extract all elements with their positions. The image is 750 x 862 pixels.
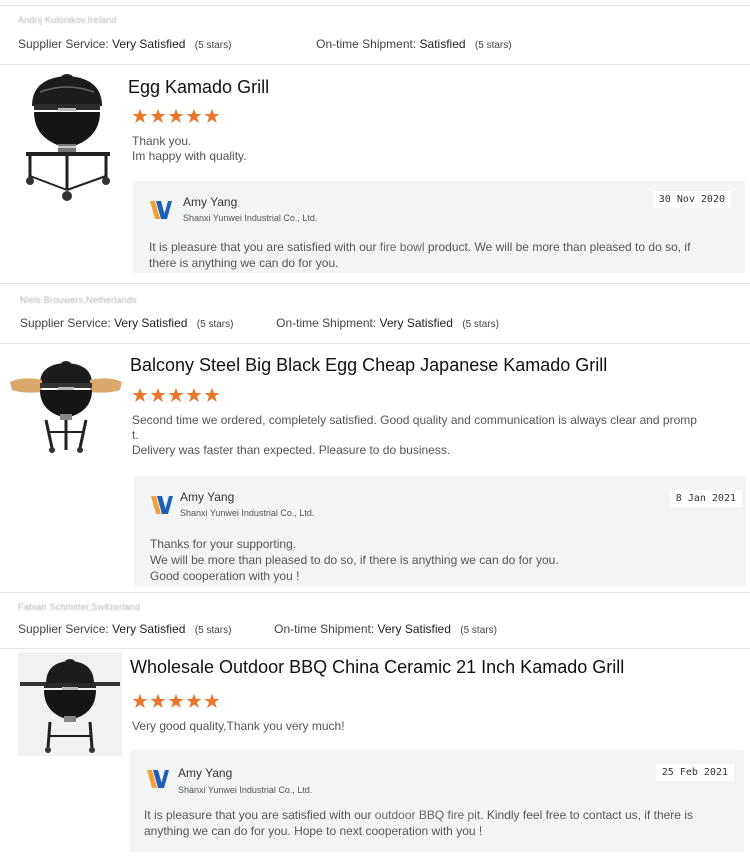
supplier-service-stars: (5 stars) bbox=[194, 625, 232, 636]
reply-text-start: It is pleasure that you are satisfied wi… bbox=[149, 240, 377, 254]
product-image[interactable] bbox=[10, 356, 122, 456]
reviewer-name: Niels Brouwers,Netherlands bbox=[20, 295, 137, 305]
reply-author: Amy Yang bbox=[180, 490, 235, 504]
on-time-shipment-stars: (5 stars) bbox=[474, 40, 512, 51]
supplier-service-value: Very Satisfied bbox=[114, 316, 188, 330]
on-time-shipment-value: Very Satisfied bbox=[379, 316, 453, 330]
supplier-logo-icon bbox=[147, 770, 169, 788]
reply-date: 25 Feb 2021 bbox=[655, 764, 734, 781]
section-divider bbox=[0, 343, 750, 344]
reply-company: Shanxi Yunwei Industrial Co., Ltd. bbox=[183, 213, 318, 223]
review-divider bbox=[0, 592, 750, 593]
top-divider bbox=[0, 5, 750, 6]
review-comment: Second time we ordered, completely satis… bbox=[132, 413, 697, 458]
star-icon bbox=[186, 388, 202, 402]
on-time-shipment-label: On-time Shipment: bbox=[316, 37, 417, 51]
star-icon bbox=[132, 109, 148, 123]
supplier-logo-icon bbox=[151, 496, 173, 514]
supplier-reply: Amy Yang Shanxi Yunwei Industrial Co., L… bbox=[133, 181, 745, 273]
reply-text: Thanks for your supporting. We will be m… bbox=[150, 536, 730, 584]
star-icon bbox=[150, 388, 166, 402]
reply-company: Shanxi Yunwei Industrial Co., Ltd. bbox=[178, 785, 313, 795]
reply-line: Good cooperation with you ! bbox=[150, 569, 300, 583]
supplier-ratings: Supplier Service: Very Satisfied (5 star… bbox=[18, 622, 497, 636]
star-icon bbox=[132, 388, 148, 402]
supplier-reply: Amy Yang Shanxi Yunwei Industrial Co., L… bbox=[130, 750, 744, 852]
reply-text: It is pleasure that you are satisfied wi… bbox=[149, 239, 719, 271]
reply-line: We will be more than pleased to do so, i… bbox=[150, 553, 559, 567]
star-icon bbox=[186, 109, 202, 123]
reply-line: Thanks for your supporting. bbox=[150, 537, 297, 551]
section-divider bbox=[0, 64, 750, 65]
star-icon bbox=[204, 694, 220, 708]
star-rating bbox=[132, 693, 220, 709]
supplier-service-value: Very Satisfied bbox=[112, 622, 186, 636]
reply-date: 8 Jan 2021 bbox=[669, 490, 742, 507]
on-time-shipment-stars: (5 stars) bbox=[462, 319, 499, 330]
product-title[interactable]: Egg Kamado Grill bbox=[128, 77, 269, 98]
supplier-ratings: Supplier Service: Very Satisfied (5 star… bbox=[18, 37, 512, 51]
section-divider bbox=[0, 648, 750, 649]
supplier-service-label: Supplier Service: bbox=[18, 37, 109, 51]
supplier-service-label: Supplier Service: bbox=[20, 316, 111, 330]
reply-keyword: fire bowl bbox=[379, 240, 425, 254]
star-icon bbox=[204, 388, 220, 402]
comment-line: Thank you. bbox=[132, 134, 192, 148]
star-icon bbox=[132, 694, 148, 708]
reviewer-name: Fabian Schmitter,Switzerland bbox=[18, 602, 141, 612]
star-icon bbox=[150, 694, 166, 708]
reply-author: Amy Yang bbox=[183, 195, 238, 209]
product-image[interactable] bbox=[20, 68, 115, 208]
reviewer-name: Andrij Kulonikov,Ireland bbox=[18, 15, 117, 25]
comment-line: Second time we ordered, completely satis… bbox=[132, 413, 697, 427]
star-rating bbox=[132, 108, 220, 124]
star-rating bbox=[132, 387, 220, 403]
comment-line: t. bbox=[132, 428, 139, 442]
reply-text: It is pleasure that you are satisfied wi… bbox=[144, 807, 730, 839]
comment-line: Delivery was faster than expected. Pleas… bbox=[132, 443, 451, 457]
star-icon bbox=[168, 388, 184, 402]
on-time-shipment-label: On-time Shipment: bbox=[276, 316, 377, 330]
review-comment: Very good quality,Thank you very much! bbox=[132, 719, 345, 734]
star-icon bbox=[168, 109, 184, 123]
supplier-service-stars: (5 stars) bbox=[196, 319, 234, 330]
on-time-shipment-label: On-time Shipment: bbox=[274, 622, 375, 636]
on-time-shipment-stars: (5 stars) bbox=[460, 625, 497, 636]
supplier-reply: Amy Yang Shanxi Yunwei Industrial Co., L… bbox=[134, 476, 746, 586]
review-comment: Thank you. Im happy with quality. bbox=[132, 134, 247, 164]
product-title[interactable]: Balcony Steel Big Black Egg Cheap Japane… bbox=[130, 355, 607, 376]
supplier-service-label: Supplier Service: bbox=[18, 622, 109, 636]
reply-author: Amy Yang bbox=[178, 766, 233, 780]
comment-line: Im happy with quality. bbox=[132, 149, 247, 163]
supplier-logo-icon bbox=[150, 201, 172, 219]
star-icon bbox=[186, 694, 202, 708]
on-time-shipment-value: Satisfied bbox=[419, 37, 466, 51]
product-title[interactable]: Wholesale Outdoor BBQ China Ceramic 21 I… bbox=[130, 657, 624, 678]
comment-line: Very good quality,Thank you very much! bbox=[132, 719, 345, 733]
supplier-ratings: Supplier Service: Very Satisfied (5 star… bbox=[20, 316, 499, 330]
star-icon bbox=[150, 109, 166, 123]
star-icon bbox=[168, 694, 184, 708]
on-time-shipment-value: Very Satisfied bbox=[377, 622, 451, 636]
reply-company: Shanxi Yunwei Industrial Co., Ltd. bbox=[180, 508, 315, 518]
reply-text-start: It is pleasure that you are satisfied wi… bbox=[144, 808, 372, 822]
star-icon bbox=[204, 109, 220, 123]
reply-date: 30 Nov 2020 bbox=[652, 191, 731, 208]
product-image[interactable] bbox=[18, 652, 122, 756]
supplier-service-stars: (5 stars) bbox=[194, 40, 232, 51]
review-divider bbox=[0, 283, 750, 284]
supplier-service-value: Very Satisfied bbox=[112, 37, 186, 51]
reply-keyword: outdoor BBQ fire pit. bbox=[374, 808, 484, 822]
